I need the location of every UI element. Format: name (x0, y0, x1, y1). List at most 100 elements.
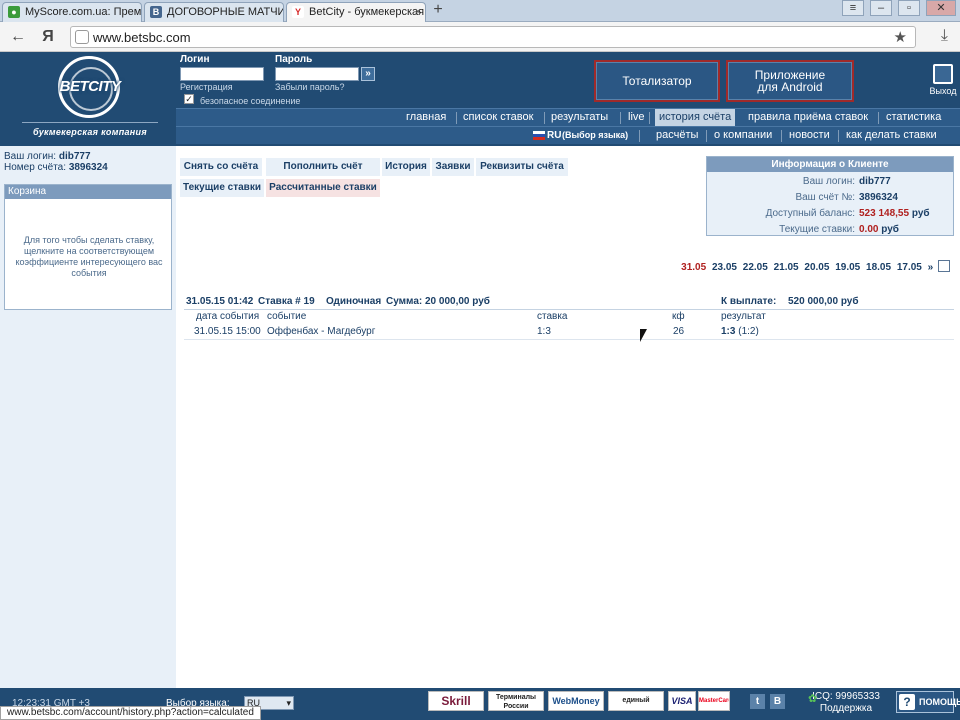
bookmark-star-icon[interactable]: ★ (894, 28, 907, 46)
tab-withdraw[interactable]: Снять со счёта (180, 158, 262, 176)
window-menu-icon[interactable]: ≡ (842, 0, 864, 16)
client-info-title: Информация о Клиенте (707, 157, 953, 172)
client-current-bets-row: Текущие ставки: 0.00 руб (707, 224, 955, 238)
russia-flag-icon (533, 131, 545, 140)
nav-news[interactable]: новости (789, 127, 830, 144)
url-field[interactable]: www.betsbc.com ★ (70, 26, 916, 48)
site-header: BETCITY букмекерская компания Логин Реги… (0, 52, 960, 146)
yandex-logo-icon[interactable]: Я (38, 27, 58, 47)
mastercard-logo[interactable]: MasterCard (698, 691, 730, 711)
tab-title: BetCity - букмекерская (309, 6, 425, 18)
nav-settlements[interactable]: расчёты (656, 127, 698, 144)
vk-icon[interactable]: B (770, 694, 785, 709)
nav-rules[interactable]: правила приёма ставок (748, 109, 868, 126)
nav-results[interactable]: результаты (551, 109, 608, 126)
more-dates-link[interactable]: » (928, 262, 934, 273)
client-balance-row: Доступный баланс: 523 148,55 руб (707, 208, 955, 222)
row-result-extra: (1:2) (738, 326, 759, 337)
terminals-logo[interactable]: Терминалы России (488, 691, 544, 711)
exit-button[interactable]: Выход (928, 60, 958, 100)
browser-tab-myscore[interactable]: ● MyScore.com.ua: Прем (2, 2, 142, 22)
totalizator-button[interactable]: Тотализатор (594, 60, 720, 102)
nav-how-to-bet[interactable]: как делать ставки (846, 127, 937, 144)
help-button[interactable]: ? ПОМОЩЬ (896, 691, 960, 713)
forgot-password-link[interactable]: Забыли пароль? (275, 82, 344, 92)
secure-connection-checkbox[interactable]: ✓ (184, 94, 194, 104)
skrill-logo[interactable]: Skrill (428, 691, 484, 711)
tab-requests[interactable]: Заявки (432, 158, 474, 176)
payout-value: 520 000,00 руб (788, 296, 859, 307)
left-sidebar: Ваш логин: dib777 Номер счёта: 3896324 К… (0, 146, 176, 688)
current-bets-amount: 0.00 (859, 224, 879, 235)
register-link[interactable]: Регистрация (180, 82, 233, 92)
bet-type: Одиночная (326, 296, 382, 307)
icq-contact[interactable]: ✿ ICQ: 99965333 Поддержка (806, 691, 886, 715)
twitter-icon[interactable]: t (750, 694, 765, 709)
main-nav: главная список ставок результаты live ис… (176, 108, 960, 126)
date-link[interactable]: 19.05 (835, 262, 860, 273)
date-current[interactable]: 31.05 (681, 262, 706, 273)
nav-about[interactable]: о компании (714, 127, 772, 144)
nav-account-history[interactable]: история счёта (655, 109, 736, 126)
android-label-line2: для Android (757, 80, 823, 94)
nav-separator (706, 130, 707, 142)
date-link[interactable]: 18.05 (866, 262, 891, 273)
login-input[interactable] (180, 67, 264, 81)
minimize-icon[interactable]: – (870, 0, 892, 16)
close-window-icon[interactable]: ✕ (926, 0, 956, 16)
client-login-value: dib777 (859, 176, 891, 187)
password-input[interactable] (275, 67, 359, 81)
url-text: www.betsbc.com (93, 30, 191, 45)
tab-title: ДОГОВОРНЫЕ МАТЧИ | (167, 6, 284, 18)
maximize-icon[interactable]: ▫ (898, 0, 920, 16)
nav-separator (781, 130, 782, 142)
totalizator-label: Тотализатор (622, 74, 692, 88)
tab-history[interactable]: История (382, 158, 430, 176)
nav-live[interactable]: live (628, 109, 645, 126)
chevron-down-icon: ▾ (286, 698, 291, 708)
tab-deposit[interactable]: Пополнить счёт (266, 158, 380, 176)
lang-code[interactable]: RU (547, 127, 561, 144)
date-link[interactable]: 20.05 (804, 262, 829, 273)
visa-logo[interactable]: VISA (668, 691, 696, 711)
address-bar: ← Я www.betsbc.com ★ ⤓ (0, 22, 960, 52)
login-submit-button[interactable]: » (361, 67, 375, 81)
close-tab-icon[interactable]: × (415, 3, 421, 22)
date-link[interactable]: 17.05 (897, 262, 922, 273)
browser-tab-dogovornye[interactable]: B ДОГОВОРНЫЕ МАТЧИ | (144, 2, 284, 22)
date-link[interactable]: 22.05 (743, 262, 768, 273)
date-selector: 31.05 23.05 22.05 21.05 20.05 19.05 18.0… (678, 260, 950, 273)
balance-currency: руб (911, 208, 930, 219)
myscore-favicon-icon: ● (8, 6, 20, 18)
nav-statistics[interactable]: статистика (886, 109, 941, 126)
webmoney-logo[interactable]: WebMoney (548, 691, 604, 711)
site-icon (75, 30, 89, 44)
wallet-one-logo[interactable]: единый кошелек (608, 691, 664, 711)
tab-title: MyScore.com.ua: Прем (25, 6, 142, 18)
download-icon[interactable]: ⤓ (941, 27, 948, 45)
back-arrow-icon[interactable]: ← (8, 27, 28, 47)
nav-separator (639, 130, 640, 142)
bet-datetime: 31.05.15 01:42 (186, 296, 254, 307)
calendar-icon[interactable] (938, 260, 950, 272)
betcity-logo[interactable]: BETCITY букмекерская компания (22, 52, 158, 146)
browser-tab-betcity[interactable]: Y BetCity - букмекерская × (286, 2, 426, 23)
logo-tagline: букмекерская компания (33, 127, 147, 137)
nav-bet-list[interactable]: список ставок (463, 109, 533, 126)
client-current-bets-value: 0.00 руб (859, 224, 899, 235)
new-tab-button[interactable]: + (428, 2, 448, 20)
date-link[interactable]: 23.05 (712, 262, 737, 273)
lang-hint[interactable]: (Выбор языка) (562, 127, 628, 144)
date-link[interactable]: 21.05 (774, 262, 799, 273)
row-coef: 26 (673, 326, 685, 337)
client-info-panel: Информация о Клиенте Ваш логин: dib777 В… (706, 156, 954, 236)
android-app-button[interactable]: Приложение для Android (726, 60, 854, 102)
tab-account-details[interactable]: Реквизиты счёта (476, 158, 568, 176)
question-icon: ? (899, 694, 915, 710)
user-login-line: Ваш логин: dib777 (4, 151, 91, 162)
browser-status-bar: www.betsbc.com/account/history.php?actio… (0, 706, 261, 720)
help-label: ПОМОЩЬ (919, 697, 960, 707)
tab-calculated-bets[interactable]: Рассчитанные ставки (266, 179, 380, 197)
nav-home[interactable]: главная (406, 109, 446, 126)
tab-current-bets[interactable]: Текущие ставки (180, 179, 264, 197)
